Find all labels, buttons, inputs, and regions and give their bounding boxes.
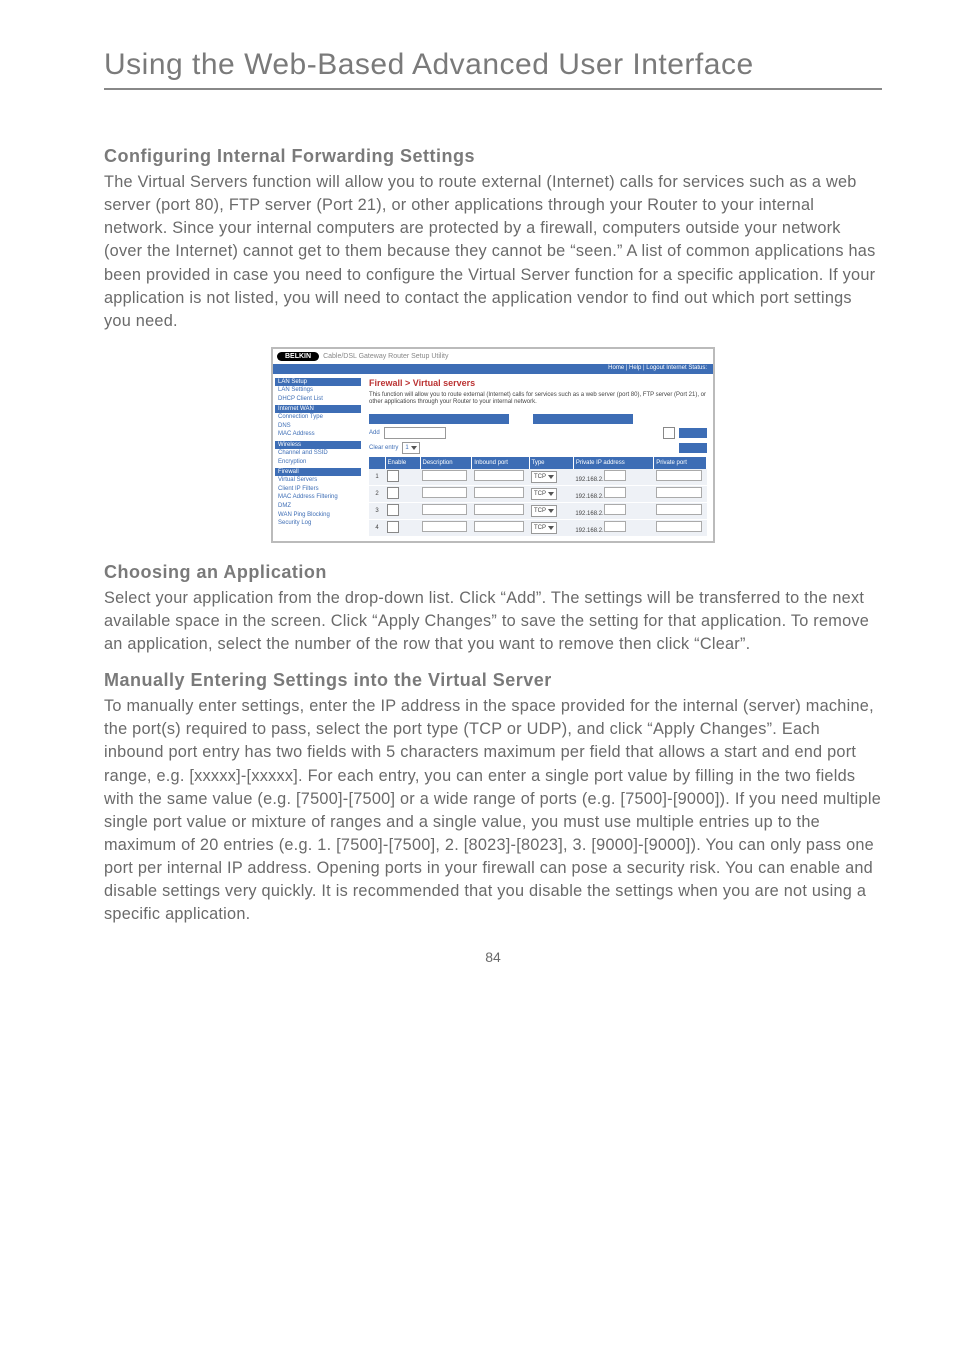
side-item[interactable]: LAN Settings	[275, 386, 361, 395]
ip-prefix: 192.168.2.	[575, 494, 603, 500]
section1-body: The Virtual Servers function will allow …	[104, 171, 882, 333]
inbound-input[interactable]	[474, 504, 524, 515]
side-item[interactable]: DMZ	[275, 502, 361, 511]
ip-prefix: 192.168.2.	[575, 511, 603, 517]
ip-input[interactable]	[604, 470, 626, 481]
brand-logo: BELKIN	[277, 352, 319, 361]
th-inbound: Inbound port	[472, 457, 529, 469]
inbound-input[interactable]	[474, 487, 524, 498]
side-group-head: Wireless	[275, 441, 361, 449]
clear-label: Clear entry	[369, 445, 398, 451]
inbound-input[interactable]	[474, 470, 524, 481]
side-item[interactable]: Client IP Filters	[275, 485, 361, 494]
th-type: Type	[529, 457, 573, 469]
panel-desc: This function will allow you to route ex…	[369, 392, 707, 406]
side-item[interactable]: DNS	[275, 422, 361, 431]
section3-body: To manually enter settings, enter the IP…	[104, 695, 882, 926]
side-item[interactable]: MAC Address Filtering	[275, 493, 361, 502]
enable-checkbox[interactable]	[387, 504, 399, 516]
side-group-head: LAN Setup	[275, 378, 361, 386]
type-select[interactable]: TCP	[531, 522, 557, 534]
side-item[interactable]: Channel and SSID	[275, 449, 361, 458]
th-desc: Description	[420, 457, 472, 469]
side-item[interactable]: MAC Address	[275, 430, 361, 439]
th-num	[369, 457, 385, 469]
ip-prefix: 192.168.2.	[575, 477, 603, 483]
inbound-input[interactable]	[474, 521, 524, 532]
th-enable: Enable	[385, 457, 420, 469]
privport-input[interactable]	[656, 487, 702, 498]
topbar: Home | Help | Logout Internet Status:	[273, 364, 713, 374]
virtual-servers-table: Enable Description Inbound port Type Pri…	[369, 457, 707, 537]
row-select-input[interactable]	[663, 427, 675, 439]
table-row: 3 TCP 192.168.2.	[369, 502, 707, 519]
privport-input[interactable]	[656, 504, 702, 515]
clear-button[interactable]	[679, 443, 707, 453]
table-row: 1 TCP 192.168.2.	[369, 469, 707, 486]
table-row: 4 TCP 192.168.2.	[369, 519, 707, 536]
type-select[interactable]: TCP	[531, 488, 557, 500]
router-screenshot: BELKIN Cable/DSL Gateway Router Setup Ut…	[104, 347, 882, 548]
page-title: Using the Web-Based Advanced User Interf…	[104, 48, 882, 90]
section1-heading: Configuring Internal Forwarding Settings	[104, 146, 882, 167]
add-button[interactable]	[679, 428, 707, 438]
desc-input[interactable]	[422, 521, 467, 532]
panel-title: Firewall > Virtual servers	[369, 378, 707, 388]
side-item[interactable]: WAN Ping Blocking	[275, 511, 361, 520]
page-number: 84	[104, 949, 882, 965]
type-select[interactable]: TCP	[531, 471, 557, 483]
section2-heading: Choosing an Application	[104, 562, 882, 583]
enable-checkbox[interactable]	[387, 521, 399, 533]
privport-input[interactable]	[656, 521, 702, 532]
ip-prefix: 192.168.2.	[575, 528, 603, 534]
privport-input[interactable]	[656, 470, 702, 481]
th-privip: Private IP address	[573, 457, 653, 469]
ip-input[interactable]	[604, 487, 626, 498]
clear-select[interactable]: 1	[402, 442, 419, 454]
ip-input[interactable]	[604, 504, 626, 515]
enable-checkbox[interactable]	[387, 470, 399, 482]
side-item[interactable]: Connection Type	[275, 413, 361, 422]
desc-input[interactable]	[422, 470, 467, 481]
enable-checkbox[interactable]	[387, 487, 399, 499]
th-privport: Private port	[654, 457, 707, 469]
add-label: Add	[369, 430, 380, 436]
type-select[interactable]: TCP	[531, 505, 557, 517]
section2-body: Select your application from the drop-do…	[104, 587, 882, 656]
table-row: 2 TCP 192.168.2.	[369, 485, 707, 502]
side-group-head: Firewall	[275, 468, 361, 476]
sidebar: LAN Setup LAN Settings DHCP Client List …	[273, 374, 363, 541]
side-item[interactable]: Security Log	[275, 519, 361, 528]
add-select[interactable]	[384, 427, 446, 439]
desc-input[interactable]	[422, 487, 467, 498]
side-item[interactable]: Encryption	[275, 458, 361, 467]
side-item[interactable]: DHCP Client List	[275, 395, 361, 404]
section3-heading: Manually Entering Settings into the Virt…	[104, 670, 882, 691]
side-item[interactable]: Virtual Servers	[275, 476, 361, 485]
side-group-head: Internet WAN	[275, 405, 361, 413]
desc-input[interactable]	[422, 504, 467, 515]
ip-input[interactable]	[604, 521, 626, 532]
tagline-text: Cable/DSL Gateway Router Setup Utility	[323, 353, 448, 360]
